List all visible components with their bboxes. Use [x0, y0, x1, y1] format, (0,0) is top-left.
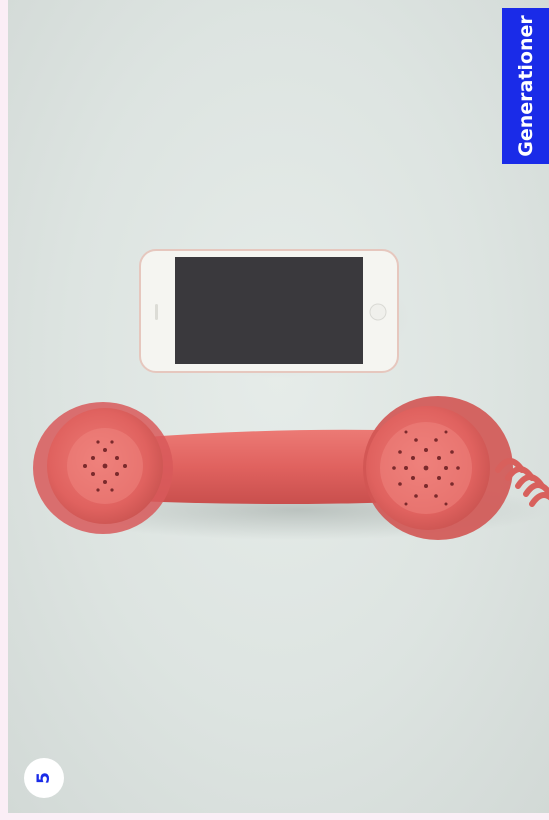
photo-background: Generationer: [8, 0, 549, 813]
page-number: 5: [34, 772, 54, 784]
photo-illustration: [33, 249, 549, 540]
section-tag: Generationer: [502, 8, 549, 164]
retro-telephone-handset-icon: [33, 396, 549, 540]
page-number-badge: 5: [24, 758, 64, 798]
smartphone-icon: [139, 249, 410, 378]
section-tag-label: Generationer: [514, 15, 537, 157]
